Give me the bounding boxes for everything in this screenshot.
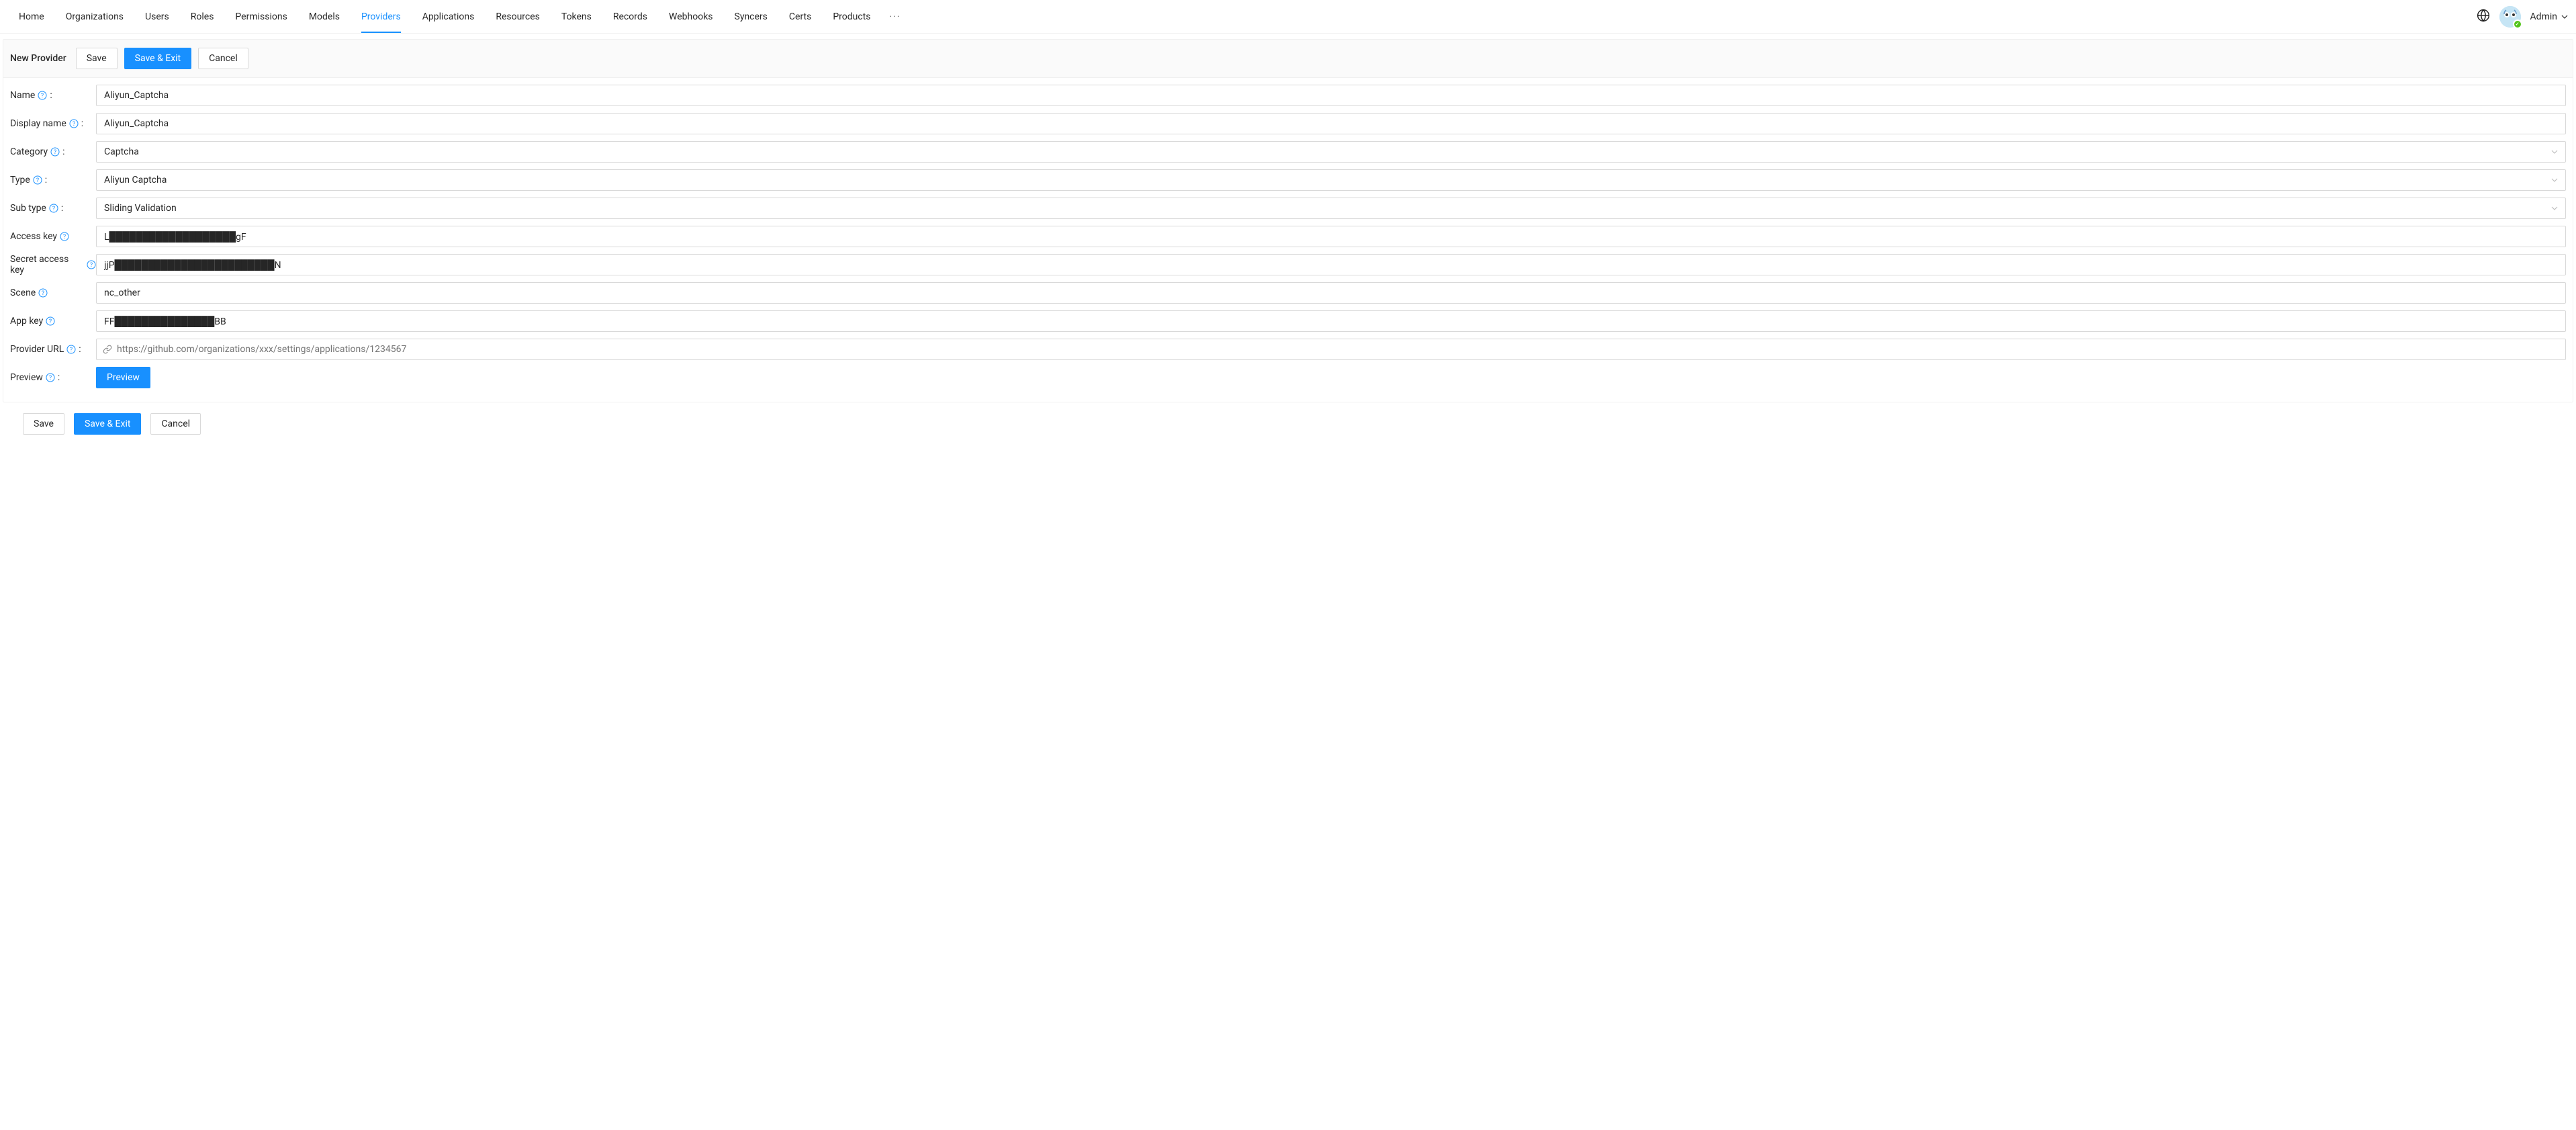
nav-permissions[interactable]: Permissions xyxy=(224,0,297,33)
avatar[interactable] xyxy=(2499,6,2521,28)
row-app-key: App key ? xyxy=(10,310,2566,332)
top-nav: Home Organizations Users Roles Permissio… xyxy=(0,0,2576,34)
nav-right: Admin xyxy=(2477,6,2568,28)
page-wrapper: New Provider Save Save & Exit Cancel Nam… xyxy=(0,34,2576,447)
cancel-button[interactable]: Cancel xyxy=(198,48,248,69)
admin-dropdown[interactable]: Admin xyxy=(2530,11,2568,22)
label-type: Type ? : xyxy=(10,175,96,185)
svg-text:?: ? xyxy=(70,347,73,353)
app-key-input[interactable] xyxy=(96,310,2566,332)
svg-text:?: ? xyxy=(41,93,44,99)
preview-button[interactable]: Preview xyxy=(96,367,150,388)
name-input[interactable] xyxy=(96,85,2566,106)
label-secret-access-key: Secret access key ? xyxy=(10,254,96,275)
svg-text:?: ? xyxy=(49,318,52,325)
label-display-name: Display name ? : xyxy=(10,118,96,129)
row-scene: Scene ? xyxy=(10,282,2566,304)
card-body: Name ? : Display name ? : xyxy=(3,78,2573,402)
globe-icon[interactable] xyxy=(2477,9,2490,25)
nav-home[interactable]: Home xyxy=(8,0,55,33)
help-icon[interactable]: ? xyxy=(49,204,58,213)
nav-items: Home Organizations Users Roles Permissio… xyxy=(8,0,909,33)
nav-tokens[interactable]: Tokens xyxy=(551,0,602,33)
nav-webhooks[interactable]: Webhooks xyxy=(658,0,724,33)
chevron-down-icon xyxy=(2551,148,2558,155)
svg-text:?: ? xyxy=(54,149,56,156)
provider-card: New Provider Save Save & Exit Cancel Nam… xyxy=(3,39,2573,402)
row-sub-type: Sub type ? : Sliding Validation xyxy=(10,198,2566,219)
nav-users[interactable]: Users xyxy=(134,0,180,33)
footer-save-exit-button[interactable]: Save & Exit xyxy=(74,413,141,435)
help-icon[interactable]: ? xyxy=(46,373,55,382)
display-name-input[interactable] xyxy=(96,113,2566,134)
save-button[interactable]: Save xyxy=(76,48,118,69)
nav-records[interactable]: Records xyxy=(602,0,658,33)
label-app-key: App key ? xyxy=(10,316,96,327)
provider-url-input[interactable] xyxy=(96,339,2566,360)
row-type: Type ? : Aliyun Captcha xyxy=(10,169,2566,191)
nav-models[interactable]: Models xyxy=(298,0,351,33)
help-icon[interactable]: ? xyxy=(50,147,60,157)
label-scene: Scene ? xyxy=(10,288,96,298)
svg-text:?: ? xyxy=(63,234,66,241)
help-icon[interactable]: ? xyxy=(38,288,48,298)
nav-roles[interactable]: Roles xyxy=(180,0,225,33)
label-sub-type: Sub type ? : xyxy=(10,203,96,214)
row-access-key: Access key ? xyxy=(10,226,2566,247)
nav-syncers[interactable]: Syncers xyxy=(724,0,778,33)
admin-label: Admin xyxy=(2530,11,2557,22)
row-name: Name ? : xyxy=(10,85,2566,106)
chevron-down-icon xyxy=(2551,205,2558,212)
help-icon[interactable]: ? xyxy=(38,91,47,100)
help-icon[interactable]: ? xyxy=(87,260,96,269)
nav-products[interactable]: Products xyxy=(822,0,881,33)
nav-organizations[interactable]: Organizations xyxy=(55,0,134,33)
label-preview: Preview ? : xyxy=(10,372,96,383)
chevron-down-icon xyxy=(2551,177,2558,183)
chevron-down-icon xyxy=(2561,13,2568,20)
nav-applications[interactable]: Applications xyxy=(412,0,486,33)
help-icon[interactable]: ? xyxy=(66,345,76,354)
nav-providers[interactable]: Providers xyxy=(351,0,412,33)
access-key-input[interactable] xyxy=(96,226,2566,247)
label-provider-url: Provider URL ? : xyxy=(10,344,96,355)
category-select[interactable]: Captcha xyxy=(96,141,2566,163)
help-icon[interactable]: ? xyxy=(33,175,42,185)
link-icon xyxy=(103,345,112,354)
svg-text:?: ? xyxy=(49,375,52,382)
row-provider-url: Provider URL ? : xyxy=(10,339,2566,360)
svg-text:?: ? xyxy=(52,206,55,212)
row-category: Category ? : Captcha xyxy=(10,141,2566,163)
row-secret-access-key: Secret access key ? xyxy=(10,254,2566,275)
footer-cancel-button[interactable]: Cancel xyxy=(150,413,201,435)
card-header: New Provider Save Save & Exit Cancel xyxy=(3,40,2573,78)
scene-input[interactable] xyxy=(96,282,2566,304)
row-display-name: Display name ? : xyxy=(10,113,2566,134)
label-access-key: Access key ? xyxy=(10,231,96,242)
secret-access-key-input[interactable] xyxy=(96,254,2566,275)
label-name: Name ? : xyxy=(10,90,96,101)
type-select[interactable]: Aliyun Captcha xyxy=(96,169,2566,191)
svg-text:?: ? xyxy=(73,121,75,128)
footer-save-button[interactable]: Save xyxy=(23,413,64,435)
nav-more-icon[interactable]: ··· xyxy=(882,11,909,22)
nav-resources[interactable]: Resources xyxy=(485,0,551,33)
help-icon[interactable]: ? xyxy=(69,119,79,128)
svg-text:?: ? xyxy=(90,262,93,269)
svg-text:?: ? xyxy=(36,177,39,184)
help-icon[interactable]: ? xyxy=(46,316,55,326)
label-category: Category ? : xyxy=(10,146,96,157)
svg-text:?: ? xyxy=(42,290,44,297)
footer-actions: Save Save & Exit Cancel xyxy=(1,402,2575,447)
row-preview: Preview ? : Preview xyxy=(10,367,2566,388)
sub-type-select[interactable]: Sliding Validation xyxy=(96,198,2566,219)
page-title: New Provider xyxy=(10,53,66,64)
avatar-verified-badge-icon xyxy=(2513,19,2522,29)
nav-certs[interactable]: Certs xyxy=(778,0,822,33)
save-exit-button[interactable]: Save & Exit xyxy=(124,48,191,69)
help-icon[interactable]: ? xyxy=(60,232,69,241)
